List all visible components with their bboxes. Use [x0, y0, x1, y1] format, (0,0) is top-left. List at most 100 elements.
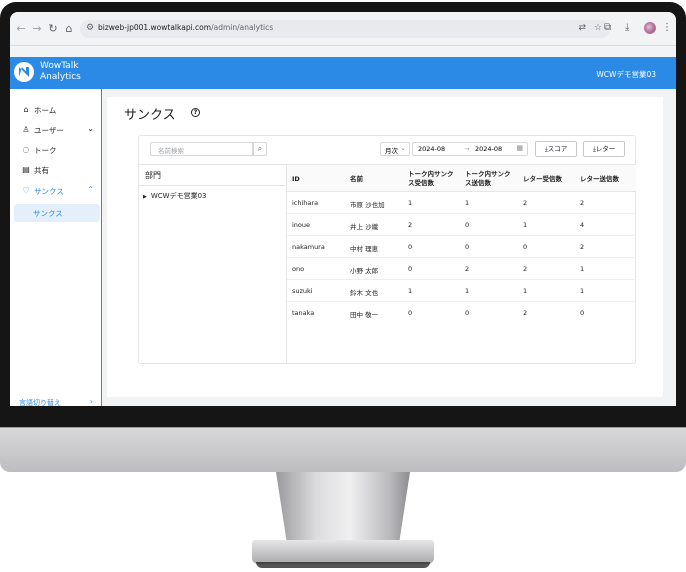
cell-letter-sent: 1 — [580, 265, 585, 273]
sidebar-item-talk[interactable]: ◌ トーク — [10, 141, 102, 159]
document-icon: ▤ — [22, 165, 30, 174]
period-select[interactable]: 月次 ⌄ — [380, 142, 410, 156]
home-browser-icon[interactable]: ⌂ — [62, 22, 76, 36]
caret-right-icon[interactable]: ▶ — [143, 194, 147, 200]
cell-talk-sent: 1 — [465, 287, 470, 295]
table-row[interactable]: ono 小野 太郎 0 2 2 1 — [287, 258, 636, 280]
header-text: レター送信数 — [580, 175, 619, 183]
profile-avatar[interactable] — [644, 22, 656, 34]
cell-talk-sent: 0 — [465, 243, 470, 251]
column-header-letter-sent[interactable]: レター送信数 — [580, 175, 619, 184]
cell-letter-received: 1 — [523, 287, 528, 295]
page-title: サンクス — [124, 108, 176, 123]
tree-node-label: WCWデモ営業03 — [150, 192, 207, 200]
monitor-stand-base — [252, 540, 434, 564]
range-start[interactable]: 2024-08 — [418, 145, 445, 153]
address-bar[interactable]: ⚙ bizweb-jp001.wowtalkapi.com/admin/anal… — [80, 20, 610, 38]
sidebar-item-home[interactable]: ⌂ ホーム — [10, 101, 102, 119]
main-content: サンクス ? 名前検索 ⌕ 月次 ⌄ 2024-08 → 2024-08 ▦ ⤓… — [103, 89, 676, 406]
sidebar-item-label: ユーザー — [34, 126, 64, 135]
search-icon[interactable]: ⌕ — [253, 142, 267, 156]
column-header-talk-thanks-sent[interactable]: トーク内サンク ス送信数 — [465, 170, 511, 188]
chat-icon: ◌ — [22, 145, 30, 154]
thanks-card: 名前検索 ⌕ 月次 ⌄ 2024-08 → 2024-08 ▦ ⤓スコア ⤓レタ… — [138, 135, 636, 364]
sidebar-item-label: サンクス — [34, 187, 64, 196]
reload-icon[interactable]: ↻ — [46, 22, 60, 36]
home-icon: ⌂ — [23, 105, 29, 114]
cell-name: 中村 理恵 — [350, 245, 379, 253]
column-header-letter-received[interactable]: レター受信数 — [523, 175, 562, 184]
forward-arrow-icon[interactable]: → — [30, 22, 44, 36]
header-text: 名前 — [350, 175, 363, 183]
help-icon[interactable]: ? — [191, 108, 200, 117]
heart-icon: ♡ — [22, 186, 30, 195]
company-name: WCWデモ営業03 — [596, 70, 656, 79]
cell-talk-received: 1 — [408, 287, 413, 295]
table-row[interactable]: tanaka 田中 敬一 0 0 2 0 — [287, 302, 636, 324]
site-info-icon[interactable]: ⚙ — [86, 23, 94, 33]
table-row[interactable]: nakamura 中村 理恵 0 0 0 2 — [287, 236, 636, 258]
language-switch-label: 言語切り替え — [19, 399, 61, 406]
table-row[interactable]: inoue 井上 沙織 2 0 1 4 — [287, 214, 636, 236]
language-switch[interactable]: 言語切り替え › — [10, 395, 102, 406]
cell-name: 井上 沙織 — [350, 223, 379, 231]
calendar-icon: ▦ — [516, 144, 523, 152]
cell-talk-received: 2 — [408, 221, 413, 229]
header-text: レター受信数 — [523, 175, 562, 183]
tree-node-department[interactable]: ▶ WCWデモ営業03 — [143, 191, 207, 201]
cell-letter-sent: 2 — [580, 199, 585, 207]
tree-divider — [139, 185, 287, 186]
url-text: bizweb-jp001.wowtalkapi.com/admin/analyt… — [98, 23, 273, 32]
cell-talk-sent: 1 — [465, 199, 470, 207]
cell-letter-sent: 0 — [580, 309, 585, 317]
date-range-picker[interactable]: 2024-08 → 2024-08 ▦ — [412, 142, 528, 156]
app-title-line1: WowTalk — [40, 61, 79, 71]
cell-talk-received: 0 — [408, 309, 413, 317]
sidebar-item-label: トーク — [34, 146, 57, 155]
browser-toolbar: ← → ↻ ⌂ ⚙ bizweb-jp001.wowtalkapi.com/ad… — [10, 12, 676, 46]
cell-name: 鈴木 文也 — [350, 289, 379, 297]
extensions-icon[interactable]: ⧉ — [604, 22, 611, 33]
header-text: ス受信数 — [408, 179, 434, 187]
cell-talk-sent: 0 — [465, 309, 470, 317]
download-score-label: スコア — [547, 145, 568, 153]
download-icon[interactable]: ⤓ — [625, 22, 629, 33]
sidebar-item-share[interactable]: ▤ 共有 — [10, 161, 102, 179]
cell-letter-received: 1 — [523, 221, 528, 229]
cell-id: ono — [292, 265, 305, 273]
sidebar-subitem-thanks[interactable]: サンクス — [14, 204, 100, 222]
chevron-up-icon: ⌃ — [87, 185, 94, 194]
back-arrow-icon[interactable]: ← — [14, 22, 28, 36]
search-input[interactable]: 名前検索 — [150, 142, 253, 156]
cell-id: inoue — [292, 221, 311, 229]
sidebar: ⌂ ホーム ♙ ユーザー ⌄ ◌ トーク ▤ 共有 ♡ サンクス ⌃ サンクス … — [10, 89, 102, 406]
column-header-name[interactable]: 名前 — [350, 175, 363, 184]
cell-id: tanaka — [292, 309, 315, 317]
column-header-id[interactable]: ID — [292, 175, 300, 184]
range-arrow-icon: → — [464, 145, 470, 153]
app-header: WowTalk Analytics WCWデモ営業03 — [10, 57, 676, 89]
monitor-mockup: ← → ↻ ⌂ ⚙ bizweb-jp001.wowtalkapi.com/ad… — [0, 0, 686, 572]
download-letter-label: レター — [595, 145, 616, 153]
cell-letter-sent: 1 — [580, 287, 585, 295]
table-row[interactable]: ichihara 市原 沙也加 1 1 2 2 — [287, 192, 636, 214]
department-tree: 部門 ▶ WCWデモ営業03 — [139, 164, 287, 364]
browser-menu-icon[interactable]: ⋮ — [662, 22, 672, 33]
header-text: ス送信数 — [465, 179, 491, 187]
url-path: /admin/analytics — [211, 23, 274, 32]
bookmark-star-icon[interactable]: ☆ — [594, 23, 602, 33]
range-end[interactable]: 2024-08 — [475, 145, 502, 153]
download-score-button[interactable]: ⤓スコア — [535, 141, 577, 157]
header-text: ID — [292, 175, 300, 183]
download-letter-button[interactable]: ⤓レター — [583, 141, 625, 157]
sidebar-subitem-label: サンクス — [33, 209, 63, 218]
sidebar-item-thanks[interactable]: ♡ サンクス ⌃ — [10, 182, 102, 200]
translate-icon[interactable]: ⇄ — [578, 23, 586, 33]
sidebar-item-label: 共有 — [34, 166, 49, 175]
cell-letter-received: 2 — [523, 199, 528, 207]
cell-letter-received: 2 — [523, 309, 528, 317]
cell-letter-received: 2 — [523, 265, 528, 273]
sidebar-item-users[interactable]: ♙ ユーザー ⌄ — [10, 121, 102, 139]
column-header-talk-thanks-received[interactable]: トーク内サンク ス受信数 — [408, 170, 454, 188]
table-row[interactable]: suzuki 鈴木 文也 1 1 1 1 — [287, 280, 636, 302]
